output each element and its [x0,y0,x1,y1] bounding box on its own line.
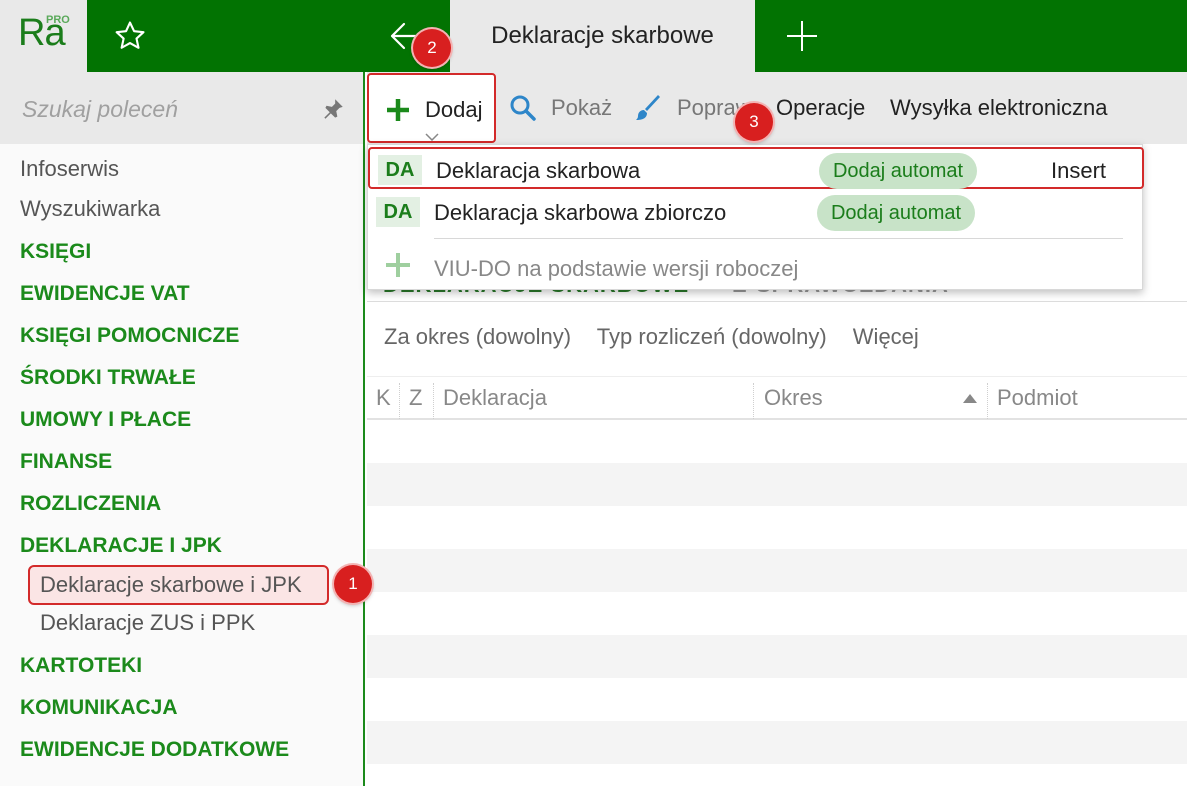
keyboard-shortcut: Insert [1051,158,1107,183]
new-tab-button[interactable] [775,14,829,58]
table-row [367,506,1187,549]
chevron-down-icon [425,133,439,141]
column-header-podmiot[interactable]: Podmiot [997,377,1078,419]
table-row [367,721,1187,764]
edit-button[interactable]: Popraw [635,72,752,144]
show-button[interactable]: Pokaż [509,72,612,144]
sidebar-group-umowy-i-place[interactable]: UMOWY I PŁACE [20,408,191,432]
add-dropdown-menu: DA Deklaracja skarbowa Dodaj automat Ins… [367,144,1144,290]
sidebar-item-wyszukiwarka[interactable]: Wyszukiwarka [20,196,160,222]
brush-icon [636,95,660,120]
menu-item-label: Deklaracja skarbowa zbiorczo [434,200,727,225]
add-button[interactable]: Dodaj [367,73,496,143]
document-type-code: DA [376,197,420,227]
sidebar-group-ewidencje-dodatkowe[interactable]: EWIDENCJE DODATKOWE [20,738,289,762]
table-row [367,549,1187,592]
grid-header: K Z Deklaracja Okres Podmiot [367,376,1187,420]
menu-item-deklaracja-skarbowa-zbiorczo[interactable]: DA Deklaracja skarbowa zbiorczo Dodaj au… [368,191,1144,233]
sidebar-group-deklaracje-i-jpk[interactable]: DEKLARACJE I JPK [20,534,222,558]
pin-icon[interactable] [320,96,346,122]
table-row [367,678,1187,721]
auto-add-button[interactable]: Dodaj automat [817,195,975,231]
search-icon [510,95,536,121]
menu-item-deklaracja-skarbowa[interactable]: DA Deklaracja skarbowa Dodaj automat Ins… [368,147,1144,189]
sidebar-item-deklaracje-skarbowe-i-jpk[interactable]: Deklaracje skarbowe i JPK [40,572,302,598]
favorite-star-button[interactable] [108,16,152,56]
sidebar: Infoserwis Wyszukiwarka KSIĘGI EWIDENCJE… [0,72,365,786]
plus-icon [386,253,410,277]
tab-deklaracje-skarbowe[interactable]: Deklaracje skarbowe [450,0,755,72]
sidebar-item-deklaracje-zus-i-ppk[interactable]: Deklaracje ZUS i PPK [40,610,255,636]
command-search-input[interactable] [22,92,312,126]
sidebar-group-ksiegi[interactable]: KSIĘGI [20,240,91,264]
logo-pro-label: PRO [46,14,70,26]
document-type-code: DA [378,155,422,185]
filter-more[interactable]: Więcej [853,324,919,349]
column-separator [399,383,400,419]
step-badge-1: 1 [334,565,372,603]
sidebar-group-komunikacja[interactable]: KOMUNIKACJA [20,696,178,720]
table-row [367,635,1187,678]
add-button-label: Dodaj [425,97,483,122]
step-badge-2: 2 [413,29,451,67]
operations-menu[interactable]: Operacje [776,72,865,144]
filter-period[interactable]: Za okres (dowolny) [384,324,571,349]
sidebar-group-kartoteki[interactable]: KARTOTEKI [20,654,142,678]
sidebar-group-srodki-trwale[interactable]: ŚRODKI TRWAŁE [20,366,196,390]
column-separator [433,383,434,419]
column-header-okres[interactable]: Okres [764,377,823,419]
app-logo: Ra PRO [0,0,87,72]
column-header-k[interactable]: K [376,377,391,419]
table-row [367,592,1187,635]
auto-add-button[interactable]: Dodaj automat [819,153,977,189]
sidebar-item-infoserwis[interactable]: Infoserwis [20,156,119,182]
sort-ascending-icon [963,394,977,403]
star-icon [115,21,145,49]
sidebar-group-ewidencje-vat[interactable]: EWIDENCJE VAT [20,282,190,306]
column-separator [987,383,988,419]
sidebar-group-ksiegi-pomocnicze[interactable]: KSIĘGI POMOCNICZE [20,324,239,348]
menu-item-label: Deklaracja skarbowa [436,158,641,183]
sidebar-group-finanse[interactable]: FINANSE [20,450,112,474]
plus-icon [787,21,817,51]
electronic-submission-menu[interactable]: Wysyłka elektroniczna [890,72,1107,144]
column-header-z[interactable]: Z [409,377,422,419]
table-row [367,764,1187,786]
menu-item-viu-do-draft[interactable]: VIU-DO na podstawie wersji roboczej [434,256,798,282]
filter-settlement-type[interactable]: Typ rozliczeń (dowolny) [597,324,827,349]
top-bar: Ra PRO Deklaracje skarbowe [0,0,1187,72]
plus-icon [387,99,409,121]
filter-bar: Za okres (dowolny) Typ rozliczeń (dowoln… [384,324,939,350]
menu-divider [434,238,1123,239]
table-row [367,463,1187,506]
grid-body [367,420,1187,786]
command-search-bar [0,72,363,144]
column-separator [753,383,754,419]
show-button-label: Pokaż [551,95,613,120]
step-badge-3: 3 [735,103,773,141]
toolbar: Dodaj Pokaż Popraw Operacje Wysyłka elek… [367,72,1187,144]
column-header-deklaracja[interactable]: Deklaracja [443,377,547,419]
table-row [367,420,1187,463]
sidebar-group-rozliczenia[interactable]: ROZLICZENIA [20,492,161,516]
